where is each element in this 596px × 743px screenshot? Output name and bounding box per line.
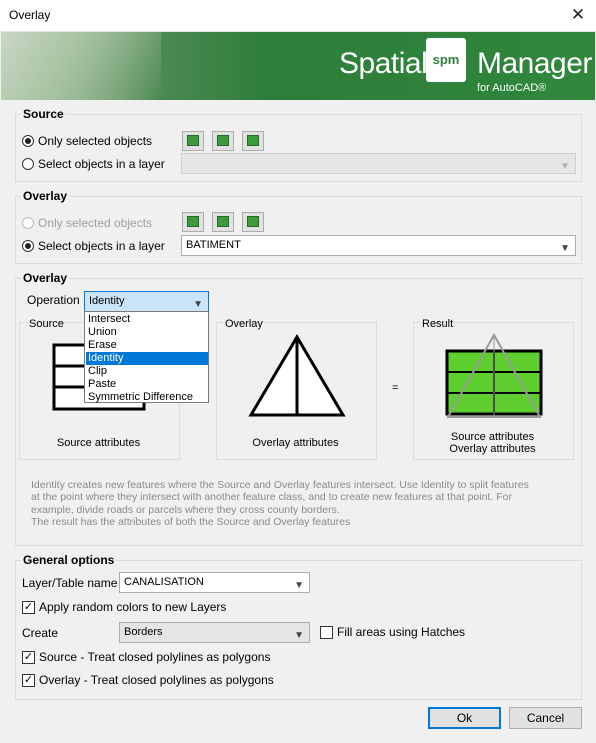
overlay-layer-value: BATIMENT [186, 239, 241, 251]
source-select-layer-label: Select objects in a layer [38, 157, 165, 171]
ok-button[interactable]: Ok [428, 707, 501, 729]
select-objects-icon [187, 135, 199, 146]
create-select[interactable]: Borders ▼ [119, 622, 310, 643]
source-group-title: Source [21, 107, 66, 121]
table-icon [247, 135, 259, 146]
overlay-only-selected-label: Only selected objects [38, 216, 153, 230]
chevron-down-icon: ▼ [560, 161, 570, 172]
operation-option-paste[interactable]: Paste [86, 378, 208, 391]
result-shape [445, 333, 543, 418]
chevron-down-icon: ▼ [294, 580, 304, 591]
logo-mark: spm [426, 38, 466, 82]
filter-icon [217, 216, 229, 227]
close-icon: ✕ [570, 5, 586, 24]
overlay-panel-caption: Overlay attributes [252, 437, 339, 449]
operation-select[interactable]: Identity ▼ [84, 291, 209, 312]
select-objects-icon [187, 216, 199, 227]
source-only-selected-label: Only selected objects [38, 134, 153, 148]
operation-label: Operation [27, 293, 80, 307]
source-layer-select[interactable]: ▼ [181, 153, 576, 174]
overlay-select-layer-radio[interactable] [22, 240, 34, 252]
header-banner: Spatial spm Manager for AutoCAD® [1, 32, 595, 100]
fill-hatches-checkbox[interactable] [320, 626, 333, 639]
result-caption-overlay: Overlay attributes [449, 443, 536, 455]
overlay-filter-button[interactable] [212, 212, 234, 232]
map-graphic [1, 32, 161, 100]
overlay-only-selected-radio[interactable] [22, 217, 34, 229]
chevron-down-icon: ▼ [560, 243, 570, 254]
random-colors-checkbox[interactable]: ✓ [22, 601, 35, 614]
overlay-operation-title: Overlay [21, 271, 70, 285]
layer-table-name-label: Layer/Table name [22, 576, 118, 590]
result-panel-label: Result [422, 318, 454, 330]
overlay-closed-polylines-label: Overlay - Treat closed polylines as poly… [39, 673, 274, 687]
operation-option-erase[interactable]: Erase [86, 339, 208, 352]
create-label: Create [22, 626, 59, 640]
create-value: Borders [124, 626, 163, 638]
overlay-select-objects-button[interactable] [182, 212, 204, 232]
general-options-title: General options [21, 553, 117, 567]
operation-value: Identity [89, 295, 125, 307]
overlay-shape [248, 334, 346, 417]
source-panel-label: Source [29, 318, 64, 330]
source-filter-button[interactable] [212, 131, 234, 151]
operation-option-symmetric-difference[interactable]: Symmetric Difference [86, 391, 208, 404]
layer-table-name-value: CANALISATION [124, 576, 204, 588]
window-title: Overlay [9, 8, 51, 22]
operation-option-intersect[interactable]: Intersect [86, 313, 208, 326]
equals-sign: = [392, 382, 399, 394]
result-caption-source: Source attributes [450, 431, 535, 443]
fill-hatches-label: Fill areas using Hatches [337, 625, 466, 639]
description-line: example, divide roads or parcels where t… [31, 503, 340, 516]
overlay-selection-title: Overlay [21, 189, 70, 203]
source-table-button[interactable] [242, 131, 264, 151]
description-line: at the point where they intersect with a… [31, 491, 512, 504]
check-icon: ✓ [23, 651, 34, 663]
check-icon: ✓ [23, 674, 34, 686]
source-only-selected-radio[interactable] [22, 135, 34, 147]
cancel-button[interactable]: Cancel [509, 707, 582, 729]
operation-description: Identity creates new features where the … [31, 479, 571, 529]
logo-subtitle: for AutoCAD® [477, 82, 547, 94]
filter-icon [217, 135, 229, 146]
close-button[interactable]: ✕ [560, 0, 596, 31]
source-closed-polylines-label: Source - Treat closed polylines as polyg… [39, 650, 271, 664]
check-icon: ✓ [23, 601, 34, 613]
layer-table-name-select[interactable]: CANALISATION ▼ [119, 572, 310, 593]
logo-manager: Manager [477, 47, 592, 80]
source-panel-caption: Source attributes [56, 437, 141, 449]
description-line: The result has the attributes of both th… [31, 516, 351, 529]
overlay-select-layer-label: Select objects in a layer [38, 239, 165, 253]
random-colors-label: Apply random colors to new Layers [39, 600, 227, 614]
description-line: Identity creates new features where the … [31, 479, 529, 491]
overlay-layer-select[interactable]: BATIMENT ▼ [181, 235, 576, 256]
title-bar [0, 0, 596, 32]
operation-option-identity[interactable]: Identity [86, 352, 208, 365]
logo-spatial: Spatial [339, 47, 428, 80]
chevron-down-icon: ▼ [294, 630, 304, 641]
operation-option-union[interactable]: Union [86, 326, 208, 339]
overlay-closed-polylines-checkbox[interactable]: ✓ [22, 674, 35, 687]
overlay-table-button[interactable] [242, 212, 264, 232]
operation-option-clip[interactable]: Clip [86, 365, 208, 378]
overlay-panel-label: Overlay [225, 318, 263, 330]
source-select-layer-radio[interactable] [22, 158, 34, 170]
operation-dropdown-list: Intersect Union Erase Identity Clip Past… [84, 311, 209, 403]
source-select-objects-button[interactable] [182, 131, 204, 151]
source-closed-polylines-checkbox[interactable]: ✓ [22, 651, 35, 664]
table-icon [247, 216, 259, 227]
